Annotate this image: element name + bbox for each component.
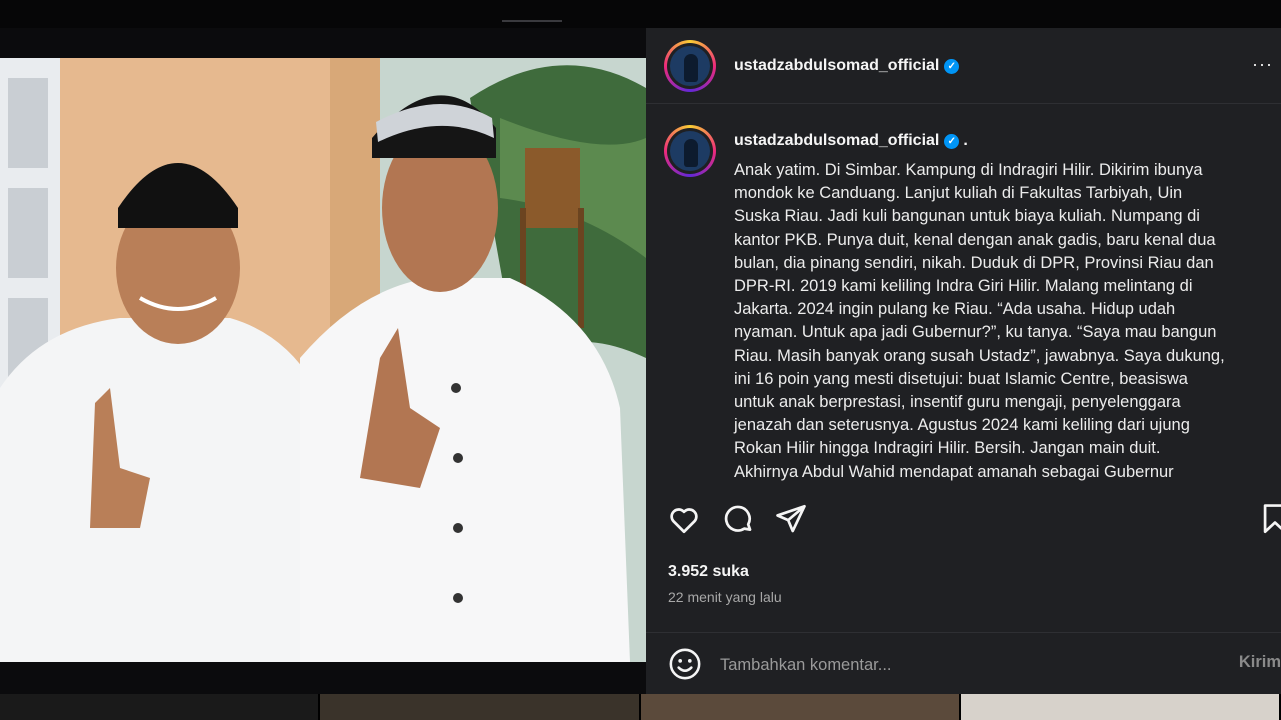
bookmark-icon[interactable] — [1258, 502, 1281, 536]
comment-bar: Kirim — [646, 632, 1281, 694]
grid-thumbnails-strip — [0, 694, 1281, 720]
more-options-icon[interactable]: ··· — [1252, 54, 1273, 75]
grid-thumbnail[interactable] — [640, 694, 961, 720]
post-actions-bar — [646, 502, 1281, 546]
header-username[interactable]: ustadzabdulsomad_official ✓ — [734, 57, 960, 75]
caption-line: Anak yatim. Di Simbar. Kampung di Indrag… — [734, 161, 1203, 179]
post-details-panel: ustadzabdulsomad_official ✓ ··· ustadzabd… — [646, 28, 1281, 694]
post-header: ustadzabdulsomad_official ✓ ··· — [646, 28, 1281, 104]
caption-line: Rokan Hilir hingga Indragiri Hilir. Bers… — [734, 439, 1161, 458]
grid-thumbnail[interactable] — [0, 694, 321, 720]
caption-line: mondok ke Canduang. Lanjut kuliah di Fak… — [734, 184, 1183, 203]
avatar[interactable] — [664, 40, 716, 92]
caption-line: Jakarta. 2024 ingin pulang ke Riau. “Ada… — [734, 300, 1176, 319]
grid-thumbnail[interactable] — [960, 694, 1281, 720]
caption-line: Riau. Masih banyak orang susah Ustadz”, … — [734, 346, 1225, 365]
caption-line: kantor PKB. Punya duit, kenal dengan ana… — [734, 230, 1216, 249]
header-username-text[interactable]: ustadzabdulsomad_official — [734, 57, 939, 74]
caption-line: Suska Riau. Jadi kuli bangunan untuk bia… — [734, 207, 1200, 226]
caption-username[interactable]: ustadzabdulsomad_official ✓. — [734, 132, 968, 150]
top-nav-bar — [0, 0, 1281, 28]
comment-bubble-icon[interactable] — [721, 502, 755, 536]
emoji-icon[interactable] — [668, 647, 702, 681]
caption-suffix: . — [963, 132, 968, 149]
caption-line: DPR-RI. 2019 kami keliling Indra Giri Hi… — [734, 277, 1193, 296]
caption-avatar[interactable] — [664, 125, 716, 177]
verified-badge-icon: ✓ — [944, 59, 960, 74]
caption-line: untuk anak berprestasi, insentif guru me… — [734, 393, 1181, 412]
paper-plane-icon[interactable] — [774, 502, 808, 536]
caption-line: nyaman. Untuk apa jadi Gubernur?”, ku ta… — [734, 323, 1217, 342]
grid-tab-indicator[interactable] — [502, 0, 562, 22]
caption-line: bulan, dia pinang sendiri, nikah. Duduk … — [734, 253, 1214, 272]
likes-count[interactable]: 3.952 suka — [668, 563, 749, 581]
caption-line: Akhirnya Abdul Wahid mendapat amanah seb… — [734, 462, 1174, 481]
post-caption: Anak yatim. Di Simbar. Kampung di Indrag… — [734, 159, 1274, 484]
caption-username-text[interactable]: ustadzabdulsomad_official — [734, 132, 939, 149]
comment-input[interactable] — [720, 653, 1160, 677]
caption-line: ini 16 poin yang mesti disetujui: buat I… — [734, 369, 1188, 388]
post-comment-button[interactable]: Kirim — [1239, 653, 1281, 672]
verified-badge-icon: ✓ — [944, 134, 960, 149]
post-timestamp[interactable]: 22 menit yang lalu — [668, 589, 782, 605]
grid-thumbnail[interactable] — [320, 694, 641, 720]
post-photo — [0, 58, 646, 662]
heart-icon[interactable] — [667, 502, 701, 536]
caption-line: jenazah dan seterusnya. Agustus 2024 kam… — [734, 416, 1190, 435]
